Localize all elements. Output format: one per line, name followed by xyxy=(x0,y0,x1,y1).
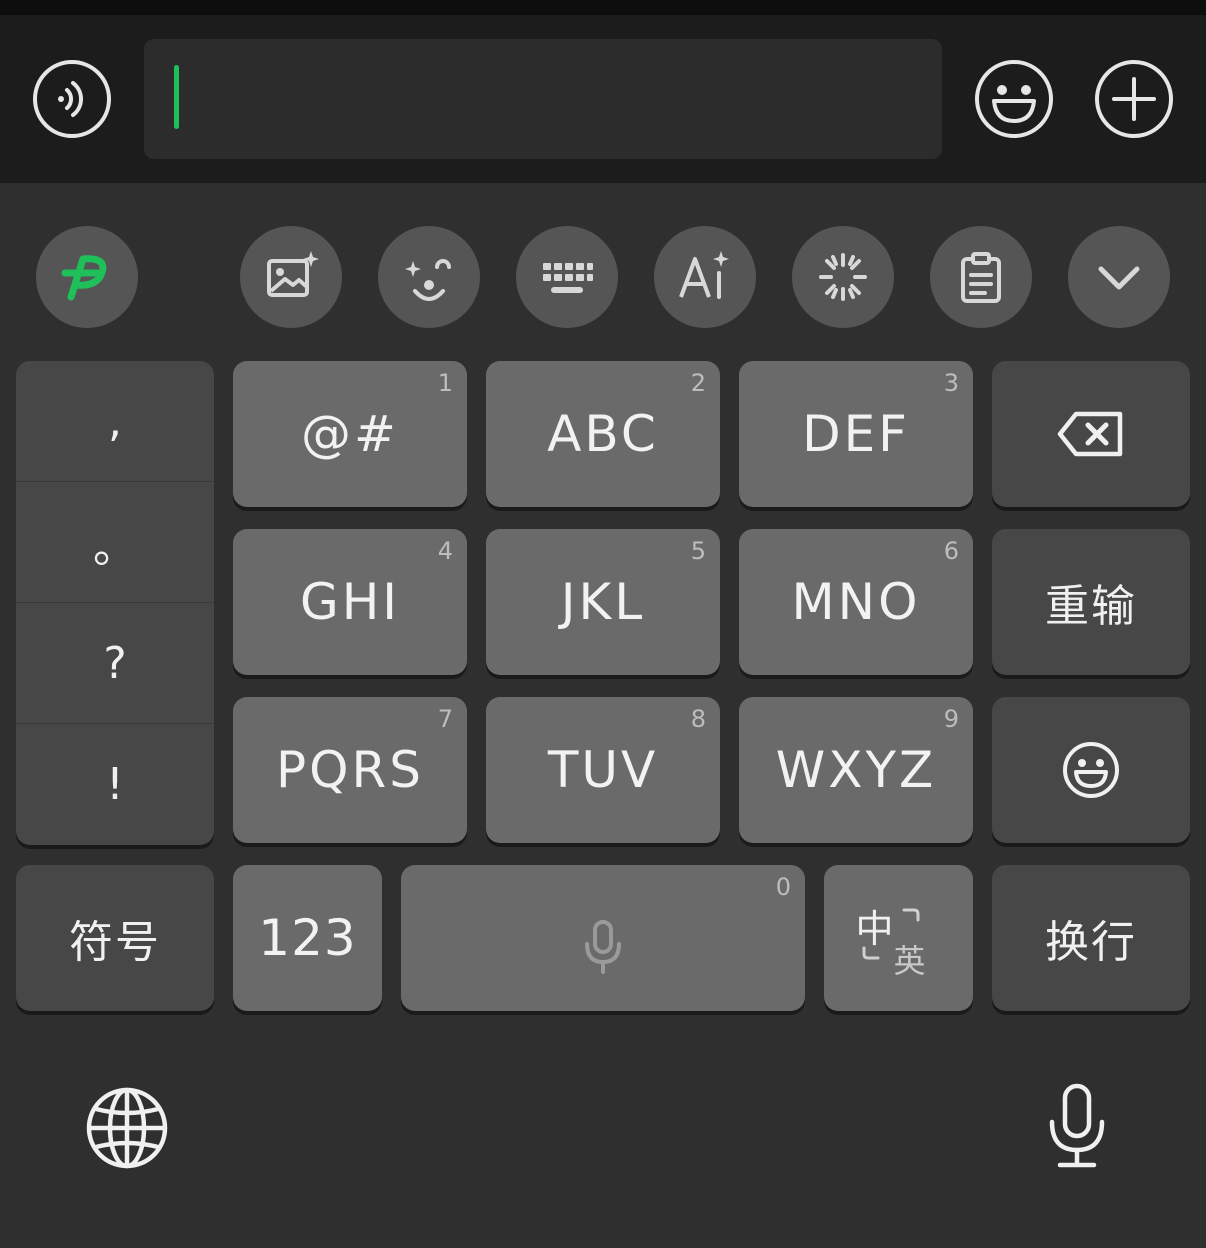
collapse-icon xyxy=(1098,266,1140,290)
ai-image-icon xyxy=(267,251,319,297)
punctuation-column: , 。 ? ! xyxy=(16,361,214,845)
symbols-key[interactable]: 符号 xyxy=(16,865,214,1011)
key-6[interactable]: 6 MNO xyxy=(739,529,973,675)
key-number: 0 xyxy=(775,873,791,901)
key-number: 8 xyxy=(690,705,706,733)
key-3[interactable]: 3 DEF xyxy=(739,361,973,507)
plus-icon xyxy=(1095,60,1173,138)
emoji-button[interactable] xyxy=(974,59,1054,139)
key-number: 3 xyxy=(943,369,959,397)
key-label: DEF xyxy=(802,405,910,463)
key-number: 2 xyxy=(690,369,706,397)
key-number: 7 xyxy=(437,705,453,733)
newline-key[interactable]: 换行 xyxy=(992,865,1190,1011)
voice-message-button[interactable] xyxy=(32,59,112,139)
numbers-key[interactable]: 123 xyxy=(233,865,382,1011)
space-key[interactable]: 0 xyxy=(401,865,805,1011)
key-label: WXYZ xyxy=(775,741,937,799)
ai-text-icon xyxy=(679,251,729,299)
key-label: 符号 xyxy=(69,917,161,968)
smiley-icon xyxy=(975,60,1053,138)
keyboard-toolbar xyxy=(0,226,1206,328)
key-9[interactable]: 9 WXYZ xyxy=(739,697,973,843)
ai-image-button[interactable] xyxy=(240,226,342,328)
loading-icon xyxy=(819,253,867,301)
backspace-icon xyxy=(1057,411,1123,457)
key-number: 4 xyxy=(437,537,453,565)
globe-icon xyxy=(86,1087,168,1169)
logo-icon xyxy=(61,255,107,301)
dictation-button[interactable] xyxy=(1032,1080,1122,1170)
key-1[interactable]: 1 @# xyxy=(233,361,467,507)
microphone-icon xyxy=(1049,1083,1105,1168)
more-button[interactable] xyxy=(1094,59,1174,139)
voice-icon xyxy=(33,60,111,138)
chat-input-bar xyxy=(0,15,1206,183)
key-2[interactable]: 2 ABC xyxy=(486,361,720,507)
ai-writing-button[interactable] xyxy=(654,226,756,328)
punct-period-key[interactable]: 。 xyxy=(16,482,214,603)
emoji-key[interactable] xyxy=(992,697,1190,843)
microphone-icon xyxy=(585,920,621,974)
keyboard-logo-button[interactable] xyxy=(36,226,138,328)
keyboard-switch-button[interactable] xyxy=(516,226,618,328)
key-label: MNO xyxy=(791,573,921,631)
text-caret xyxy=(174,65,179,129)
key-label: PQRS xyxy=(276,741,424,799)
key-8[interactable]: 8 TUV xyxy=(486,697,720,843)
key-number: 9 xyxy=(943,705,959,733)
smiley-icon xyxy=(1063,742,1119,798)
key-label: JKL xyxy=(560,573,646,631)
key-7[interactable]: 7 PQRS xyxy=(233,697,467,843)
punct-exclaim-key[interactable]: ! xyxy=(16,724,214,845)
key-label: ABC xyxy=(547,405,659,463)
language-switch-glyph: 中 英 xyxy=(854,898,944,980)
key-label: TUV xyxy=(547,741,659,799)
punct-comma-key[interactable]: , xyxy=(16,361,214,482)
language-switch-key[interactable]: 中 英 xyxy=(824,865,973,1011)
backspace-key[interactable] xyxy=(992,361,1190,507)
key-number: 5 xyxy=(690,537,706,565)
keyboard-icon xyxy=(543,263,593,293)
key-label: 重输 xyxy=(1045,581,1137,632)
switch-arrows-icon xyxy=(862,908,919,960)
key-label: GHI xyxy=(299,573,401,631)
punct-question-key[interactable]: ? xyxy=(16,603,214,724)
key-number: 1 xyxy=(437,369,453,397)
effects-button[interactable] xyxy=(792,226,894,328)
status-strip xyxy=(0,0,1206,15)
message-input[interactable] xyxy=(144,39,942,159)
clipboard-button[interactable] xyxy=(930,226,1032,328)
reset-key[interactable]: 重输 xyxy=(992,529,1190,675)
key-4[interactable]: 4 GHI xyxy=(233,529,467,675)
clipboard-icon xyxy=(961,252,1001,303)
globe-button[interactable] xyxy=(82,1083,172,1173)
key-number: 6 xyxy=(943,537,959,565)
key-label: 123 xyxy=(258,909,357,967)
key-5[interactable]: 5 JKL xyxy=(486,529,720,675)
key-label: 换行 xyxy=(1045,917,1137,968)
collapse-button[interactable] xyxy=(1068,226,1170,328)
sticker-button[interactable] xyxy=(378,226,480,328)
sticker-icon xyxy=(405,259,451,301)
key-label: @# xyxy=(301,405,399,463)
